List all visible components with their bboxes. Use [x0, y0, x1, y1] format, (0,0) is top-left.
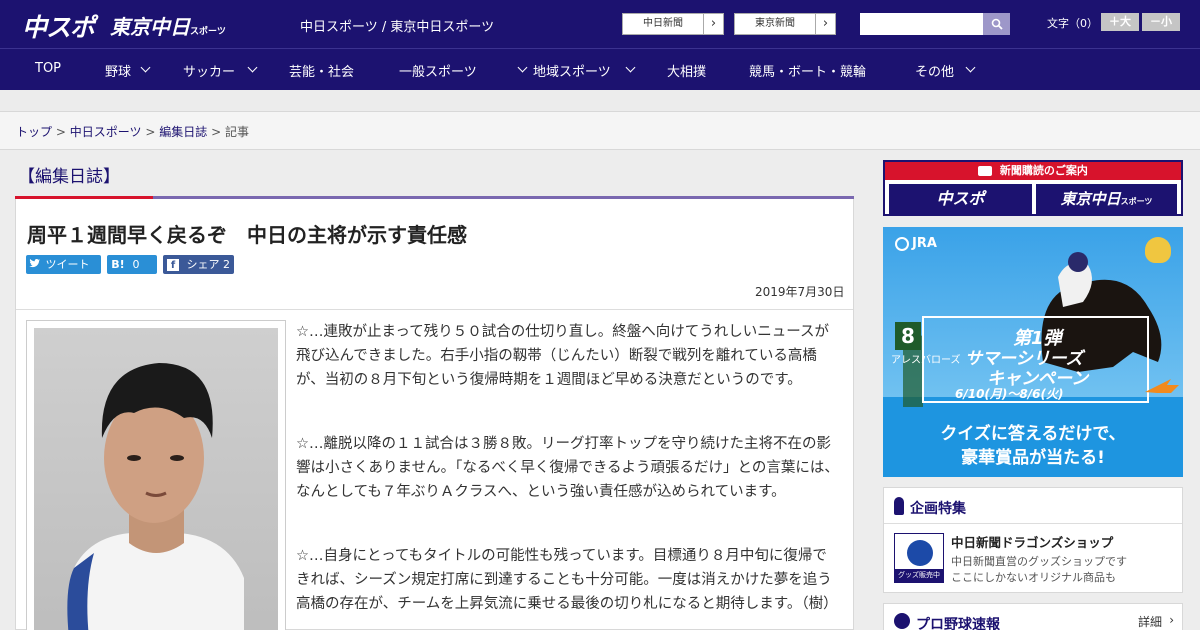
chevron-right-icon: ›	[1169, 613, 1174, 627]
breadcrumb-top[interactable]: トップ	[16, 125, 52, 139]
font-size-label: 文字（0）	[1047, 17, 1098, 30]
jra-dates: 6/10(月)～8/6(火)	[955, 387, 1064, 401]
subscription-promo: 新聞購読のご案内 中スポ 東京中日スポーツ	[883, 160, 1183, 216]
jra-cta-line1: クイズに答えるだけで、	[940, 424, 1126, 444]
search-input[interactable]	[860, 13, 983, 35]
facebook-share-label: シェア	[186, 258, 220, 271]
tweet-button[interactable]: ツイート	[26, 255, 101, 274]
hatena-count: 0	[132, 258, 140, 271]
subscribe-tokyo-chunichi-small: スポーツ	[1120, 197, 1153, 206]
article-paragraph: ☆…連敗が止まって残り５０試合の仕切り直し。終盤へ向けてうれしいニュースが飛び込…	[296, 324, 829, 388]
font-larger-button[interactable]: ＋大	[1101, 13, 1139, 31]
chevron-down-icon	[140, 62, 151, 73]
tokyo-chunichi-logo-small: スポーツ	[190, 27, 226, 37]
twitter-icon	[26, 255, 42, 274]
tokyo-chunichi-logo[interactable]: 東京中日スポーツ	[110, 11, 226, 40]
breadcrumb-editorial-diary[interactable]: 編集日誌	[159, 125, 207, 139]
jra-horse-number: 8	[895, 322, 921, 350]
feature-item-desc: ここにしかないオリジナル商品も	[951, 571, 1116, 584]
tokyo-chunichi-logo-text: 東京中日	[110, 15, 190, 39]
subscribe-tokyo-chunichi-text: 東京中日	[1060, 190, 1121, 208]
facebook-icon: f	[167, 259, 179, 271]
feature-thumb-label: グッズ販売中	[895, 569, 943, 582]
subscription-promo-title-text: 新聞購読のご案内	[999, 164, 1088, 177]
chevron-down-icon	[517, 62, 528, 73]
player-photo[interactable]	[34, 328, 278, 630]
tweet-label: ツイート	[45, 258, 90, 271]
font-smaller-button[interactable]: －小	[1142, 13, 1180, 31]
baseball-icon	[894, 613, 910, 629]
article-title: 周平１週間早く戻るぞ 中日の主将が示す責任感	[27, 223, 467, 247]
jra-logo: JRA	[895, 236, 937, 251]
feature-box-header: 企画特集	[884, 488, 1182, 524]
feature-box: 企画特集 グッズ販売中 中日新聞ドラゴンズショップ 中日新聞直営のグッズショップ…	[883, 487, 1183, 593]
dragons-icon	[894, 497, 904, 515]
nav-top[interactable]: TOP	[35, 61, 61, 76]
feature-item-title[interactable]: 中日新聞ドラゴンズショップ	[951, 532, 1113, 551]
feature-item-desc: 中日新聞直営のグッズショップです	[951, 555, 1127, 568]
site-header: 中スポ 東京中日スポーツ 中日スポーツ / 東京中日スポーツ 中日新聞 › 東京…	[0, 0, 1200, 48]
nav-racing[interactable]: 競馬・ボート・競輪	[749, 61, 866, 80]
chevron-right-icon: ›	[703, 14, 723, 34]
nav-local-sports[interactable]: 地域スポーツ	[533, 61, 611, 80]
jra-logo-text: JRA	[912, 236, 937, 251]
subscription-promo-title: 新聞購読のご案内	[885, 162, 1181, 180]
jra-cta-line2: 豪華賞品が当たる!	[961, 448, 1105, 468]
jra-ad-banner[interactable]: JRA 8 アレスバローズ 第1弾 サマーシリーズ キャンペーン 6/10(月)…	[883, 227, 1183, 477]
breadcrumb-current: 記事	[224, 125, 249, 139]
tokyo-shimbun-label: 東京新聞	[755, 18, 795, 29]
hatena-icon: B!	[111, 258, 125, 271]
nav-baseball[interactable]: 野球	[105, 61, 131, 80]
breadcrumb-separator: >	[55, 125, 66, 139]
breadcrumb-separator: >	[211, 125, 222, 139]
chunichi-sports-logo[interactable]: 中スポ	[22, 8, 95, 44]
chevron-right-icon: ›	[815, 14, 835, 34]
facebook-share-count: 2	[223, 258, 230, 271]
article-divider	[16, 309, 853, 310]
subscribe-tokyo-chunichi-button[interactable]: 東京中日スポーツ	[1036, 184, 1177, 214]
dragons-mascot-icon	[907, 540, 933, 566]
chunichi-shimbun-link[interactable]: 中日新聞 ›	[622, 13, 724, 35]
subscribe-chuspo-button[interactable]: 中スポ	[889, 184, 1032, 214]
nav-soccer[interactable]: サッカー	[183, 61, 235, 80]
chevron-down-icon	[625, 62, 636, 73]
nav-other[interactable]: その他	[915, 61, 954, 80]
newspaper-icon	[978, 166, 993, 176]
jra-horse-name: アレスバローズ	[891, 355, 961, 366]
chunichi-shimbun-label: 中日新聞	[643, 18, 683, 29]
hatena-bookmark-button[interactable]: B! 0	[107, 255, 157, 274]
baseball-box: プロ野球速報 詳細 ›	[883, 603, 1183, 630]
nav-entertainment[interactable]: 芸能・社会	[289, 61, 354, 80]
tokyo-shimbun-link[interactable]: 東京新聞 ›	[734, 13, 836, 35]
article-paragraph: ☆…自身にとってもタイトルの可能性も残っています。目標通り８月中旬に復帰できれば…	[296, 548, 838, 612]
facebook-share-button[interactable]: f シェア 2	[163, 255, 234, 274]
nav-sumo[interactable]: 大相撲	[667, 61, 706, 80]
feature-heading: 企画特集	[910, 501, 966, 517]
chevron-down-icon	[965, 62, 976, 73]
search-button[interactable]	[983, 13, 1010, 35]
trophy-icon	[1145, 237, 1171, 263]
search-icon	[991, 18, 1003, 30]
article-paragraph: ☆…離脱以降の１１試合は３勝８敗。リーグ打率トップを守り続けた主将不在の影響は小…	[296, 436, 839, 500]
main-nav: TOP 野球 サッカー 芸能・社会 一般スポーツ 地域スポーツ 大相撲 競馬・ボ…	[0, 48, 1200, 90]
section-title: 【編集日誌】	[18, 167, 120, 187]
nav-general-sports[interactable]: 一般スポーツ	[399, 61, 477, 80]
baseball-detail-link[interactable]: 詳細	[1138, 613, 1162, 630]
breadcrumb-chunichi-sports[interactable]: 中日スポーツ	[70, 125, 142, 139]
baseball-heading: プロ野球速報	[916, 617, 1000, 630]
subnav-strip	[0, 90, 1200, 112]
site-tagline: 中日スポーツ / 東京中日スポーツ	[300, 20, 495, 35]
feature-thumb[interactable]: グッズ販売中	[894, 533, 944, 583]
breadcrumb: トップ > 中日スポーツ > 編集日誌 > 記事	[16, 123, 249, 140]
article-date: 2019年7月30日	[755, 285, 845, 299]
jra-logo-icon	[895, 236, 909, 251]
chevron-down-icon	[247, 62, 258, 73]
breadcrumb-separator: >	[145, 125, 156, 139]
